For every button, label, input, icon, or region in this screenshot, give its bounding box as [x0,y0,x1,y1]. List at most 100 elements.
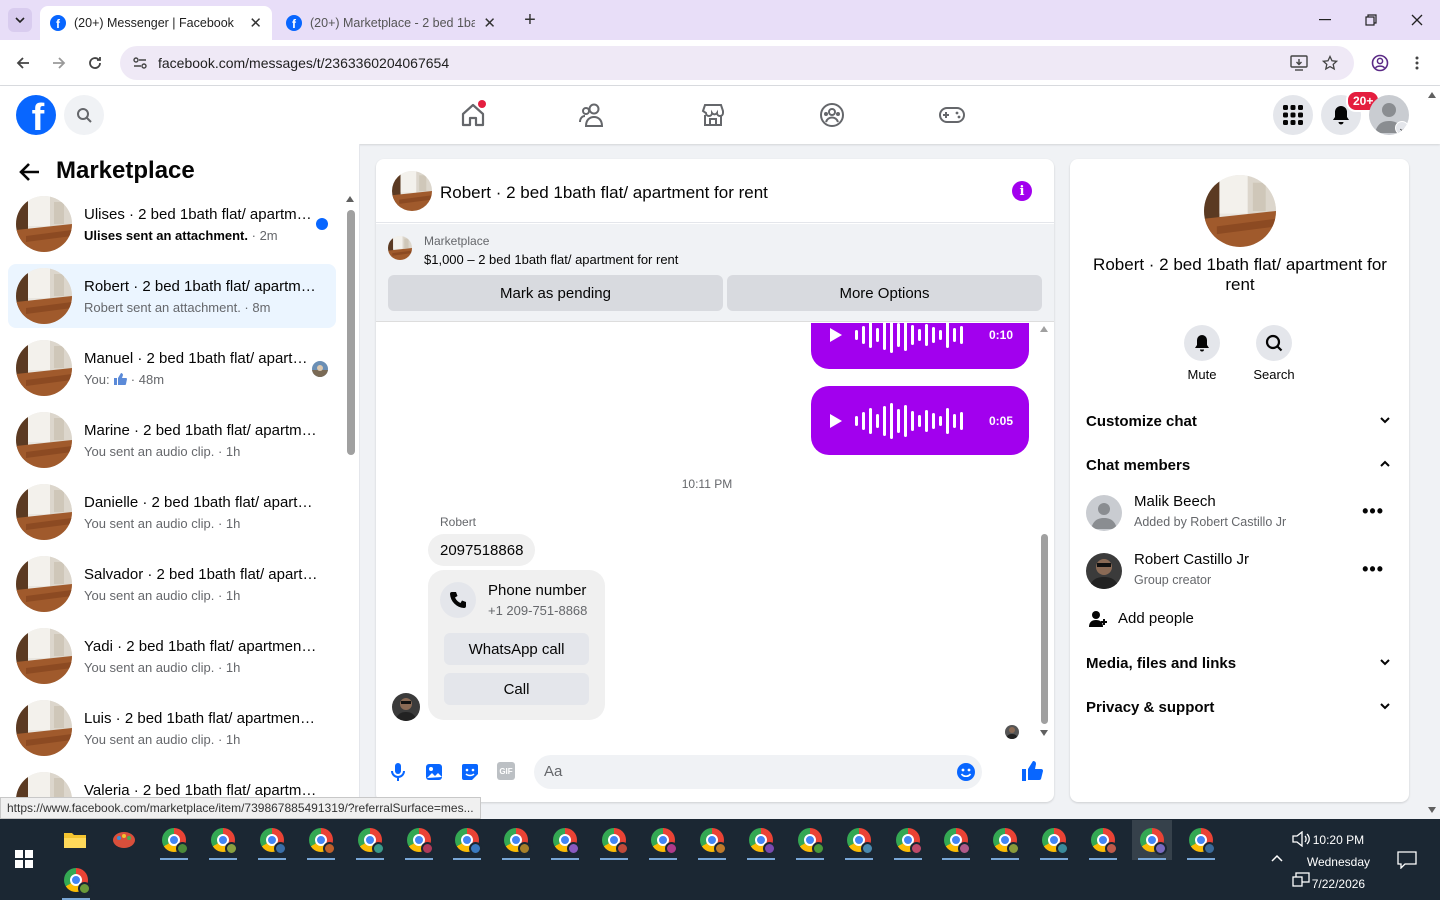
conversation-item[interactable]: Marine · 2 bed 1bath flat/ apartment for… [8,408,336,472]
back-button[interactable] [18,160,46,188]
chrome-taskbar-icon[interactable] [936,820,976,860]
search-in-conversation-button[interactable]: Search [1250,325,1298,382]
site-info-icon[interactable] [132,55,148,71]
notifications-button[interactable]: 20+ [1321,90,1381,135]
show-hidden-icons-icon[interactable] [1271,854,1283,862]
nav-groups[interactable] [815,98,849,132]
forward-button[interactable] [47,51,71,75]
menu-button[interactable] [1273,95,1313,135]
chrome-taskbar-icon[interactable] [985,820,1025,860]
chrome-taskbar-icon[interactable] [350,820,390,860]
photo-icon[interactable] [424,762,444,782]
conversation-item[interactable]: Luis · 2 bed 1bath flat/ apartment for r… [8,696,336,760]
add-people-button[interactable]: Add people [1086,607,1392,631]
minimize-button[interactable] [1310,8,1340,32]
chrome-taskbar-icon[interactable] [545,820,585,860]
conversation-item[interactable]: Danielle · 2 bed 1bath flat/ apartment f… [8,480,336,544]
chrome-taskbar-icon[interactable] [839,820,879,860]
facebook-logo-icon[interactable]: f [16,95,56,135]
scrollbar-up-arrow[interactable] [346,196,354,202]
nav-friends[interactable] [576,98,610,132]
mute-button[interactable]: Mute [1178,325,1226,382]
sticker-icon[interactable] [460,762,480,782]
sender-avatar[interactable] [392,693,420,721]
chat-avatar[interactable] [392,171,432,211]
mark-as-pending-button[interactable]: Mark as pending [388,275,723,311]
reload-button[interactable] [83,51,107,75]
profile-button[interactable] [1368,51,1392,75]
page-scroll-down-arrow[interactable] [1428,807,1436,813]
chrome-taskbar-icon[interactable] [643,820,683,860]
chrome-taskbar-icon[interactable] [154,820,194,860]
member-options-icon[interactable]: ••• [1362,501,1384,522]
thumbs-up-icon[interactable] [1020,759,1044,783]
conversation-item[interactable]: Ulises · 2 bed 1bath flat/ apartment for… [8,192,336,256]
conversation-avatar[interactable] [1204,175,1276,247]
nav-home[interactable] [456,98,490,132]
chrome-taskbar-icon[interactable] [594,820,634,860]
bookmark-star-icon[interactable] [1322,55,1338,71]
browser-tab-marketplace[interactable]: f (20+) Marketplace - 2 bed 1bath ✕ [276,6,506,40]
chrome-taskbar-icon[interactable] [888,820,928,860]
conversation-item[interactable]: Manuel · 2 bed 1bath flat/ apartment for… [8,336,336,400]
page-scroll-up-arrow[interactable] [1428,92,1436,98]
chrome-taskbar-icon[interactable] [1181,820,1221,860]
conversation-item[interactable]: Robert · 2 bed 1bath flat/ apartment for… [8,264,336,328]
member-options-icon[interactable]: ••• [1362,559,1384,580]
system-clock[interactable]: 10:20 PM Wednesday 7/22/2026 [1307,829,1370,895]
chat-members-section[interactable]: Chat members [1086,447,1392,483]
account-avatar[interactable]: ⌄ [1369,95,1409,135]
tab-search-button[interactable] [8,8,32,32]
close-tab-icon[interactable]: ✕ [249,14,262,32]
call-button[interactable]: Call [444,673,589,705]
scrollbar-up-arrow[interactable] [1040,326,1048,332]
media-files-links-section[interactable]: Media, files and links [1086,645,1392,681]
install-app-icon[interactable] [1290,55,1308,71]
chrome-taskbar-icon[interactable] [399,820,439,860]
close-window-button[interactable] [1402,8,1432,32]
voice-clip[interactable]: 0:05 [811,386,1029,455]
start-button[interactable] [4,839,44,879]
nav-marketplace[interactable] [696,98,730,132]
voice-clip[interactable]: 0:10 [811,323,1029,369]
chrome-taskbar-icon[interactable] [741,820,781,860]
chrome-taskbar-icon[interactable] [203,820,243,860]
customize-chat-section[interactable]: Customize chat [1086,403,1392,439]
browser-tab-messenger[interactable]: f (20+) Messenger | Facebook ✕ [40,6,272,40]
chrome-taskbar-icon[interactable] [1034,820,1074,860]
message-bubble[interactable]: 2097518868 [428,534,536,566]
chrome-taskbar-icon[interactable] [496,820,536,860]
back-button[interactable] [11,51,35,75]
gif-button[interactable]: GIF [497,762,515,780]
scrollbar-down-arrow[interactable] [1040,730,1048,736]
conversation-item[interactable]: Yadi · 2 bed 1bath flat/ apartment for r… [8,624,336,688]
listing-thumbnail[interactable] [388,236,412,260]
action-center-icon[interactable] [1397,851,1417,869]
conversation-list-scrollbar[interactable] [347,210,355,455]
chrome-taskbar-icon[interactable] [301,820,341,860]
conversation-item[interactable]: Salvador · 2 bed 1bath flat/ apartment f… [8,552,336,616]
app-taskbar-icon[interactable] [104,820,144,860]
facebook-search-button[interactable] [64,95,104,135]
chrome-taskbar-icon[interactable] [1132,820,1172,860]
whatsapp-call-button[interactable]: WhatsApp call [444,633,589,665]
play-icon[interactable] [829,413,843,429]
chat-title[interactable]: Robert · 2 bed 1bath flat/ apartment for… [440,183,768,203]
chrome-taskbar-icon[interactable] [692,820,732,860]
new-tab-button[interactable]: + [518,8,542,32]
emoji-icon[interactable] [956,762,976,782]
conversation-info-button[interactable]: i [1012,181,1032,201]
more-options-button[interactable]: More Options [727,275,1042,311]
chrome-taskbar-icon[interactable] [252,820,292,860]
microphone-icon[interactable] [388,762,408,782]
chrome-taskbar-icon[interactable] [56,860,96,900]
maximize-button[interactable] [1356,8,1386,32]
nav-gaming[interactable] [935,98,969,132]
listing-title[interactable]: $1,000 – 2 bed 1bath flat/ apartment for… [424,252,678,267]
member-row[interactable]: Malik Beech Added by Robert Castillo Jr … [1086,489,1392,537]
browser-menu-button[interactable] [1405,51,1429,75]
play-icon[interactable] [829,327,843,343]
chrome-taskbar-icon[interactable] [1083,820,1123,860]
message-input[interactable]: Aa [534,755,982,789]
message-thread-scrollbar[interactable] [1041,534,1048,724]
